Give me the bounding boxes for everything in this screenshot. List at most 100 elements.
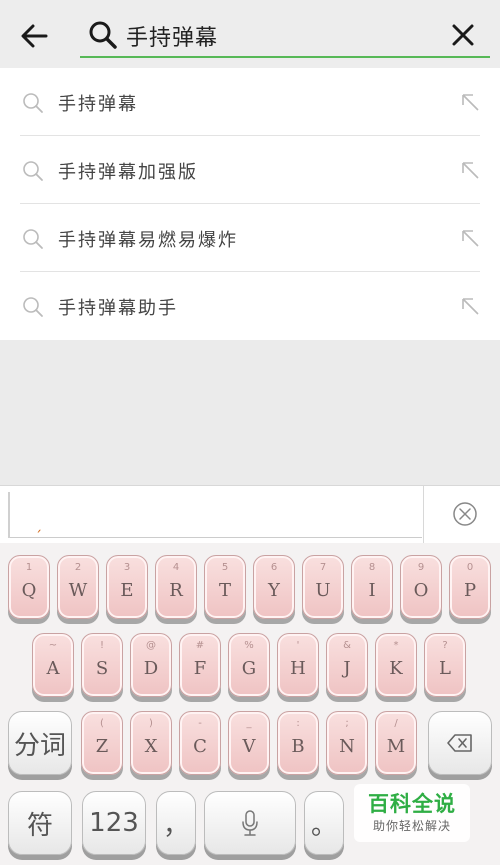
- space-key[interactable]: [204, 791, 296, 855]
- key-number: 6: [270, 562, 278, 573]
- key-number: 4: [172, 562, 180, 573]
- key-k[interactable]: * K: [375, 633, 417, 697]
- key-letter: F: [193, 658, 207, 679]
- suggestion-item[interactable]: 手持弹幕: [0, 68, 500, 136]
- key-letter: A: [46, 658, 60, 679]
- key-number: 0: [466, 562, 474, 573]
- key-number: -: [198, 718, 202, 729]
- key-r[interactable]: 4R: [155, 555, 197, 619]
- arrow-up-left-icon[interactable]: [460, 296, 480, 316]
- divider: [423, 486, 424, 544]
- key-number: ): [149, 718, 153, 729]
- microphone-icon: [242, 810, 258, 836]
- period-key[interactable]: 。: [304, 791, 344, 855]
- key-letter: R: [169, 580, 183, 601]
- close-icon: [452, 24, 474, 46]
- candidate-input[interactable]: ˏ: [10, 492, 422, 538]
- key-number: %: [244, 640, 254, 651]
- suggestion-label: 手持弹幕加强版: [58, 162, 198, 183]
- symbol-button[interactable]: 符: [8, 791, 72, 855]
- comma-label: ，: [162, 810, 189, 841]
- key-letter: T: [218, 580, 231, 601]
- key-d[interactable]: @ D: [130, 633, 172, 697]
- text-cursor: ˏ: [35, 517, 42, 533]
- key-s[interactable]: ! S: [81, 633, 123, 697]
- key-i[interactable]: 8I: [351, 555, 393, 619]
- key-l[interactable]: ? L: [424, 633, 466, 697]
- key-u[interactable]: 7U: [302, 555, 344, 619]
- key-letter: L: [439, 658, 451, 679]
- key-letter: U: [315, 580, 331, 601]
- suggestion-label: 手持弹幕助手: [58, 298, 178, 319]
- suggestion-item[interactable]: 手持弹幕加强版: [0, 136, 500, 204]
- search-icon: [23, 229, 43, 249]
- key-letter: C: [193, 736, 207, 757]
- arrow-left-icon: [21, 24, 48, 48]
- key-y[interactable]: 6Y: [253, 555, 295, 619]
- key-j[interactable]: & J: [326, 633, 368, 697]
- number-switch-button[interactable]: 123: [82, 791, 146, 855]
- arrow-up-left-icon[interactable]: [460, 160, 480, 180]
- key-number: 2: [74, 562, 82, 573]
- key-letter: W: [68, 580, 88, 601]
- key-h[interactable]: ' H: [277, 633, 319, 697]
- watermark-subtitle: 助你轻松解决: [372, 819, 451, 833]
- key-o[interactable]: 9O: [400, 555, 442, 619]
- key-number: _: [246, 718, 252, 729]
- candidate-bar: ˏ: [0, 485, 500, 544]
- key-f[interactable]: # F: [179, 633, 221, 697]
- key-b[interactable]: :B: [277, 711, 319, 775]
- key-number: &: [343, 640, 351, 651]
- suggestion-item[interactable]: 手持弹幕易燃易爆炸: [0, 204, 500, 272]
- circle-x-icon[interactable]: [452, 501, 478, 527]
- key-letter: S: [95, 658, 109, 679]
- search-query[interactable]: 手持弹幕: [126, 20, 218, 52]
- key-number: 8: [368, 562, 376, 573]
- key-letter: Q: [21, 580, 37, 601]
- fenci-button[interactable]: 分词: [8, 711, 72, 775]
- search-icon: [23, 161, 43, 181]
- key-t[interactable]: 5T: [204, 555, 246, 619]
- arrow-up-left-icon[interactable]: [460, 228, 480, 248]
- key-v[interactable]: _ V: [228, 711, 270, 775]
- key-e[interactable]: 3E: [106, 555, 148, 619]
- key-number: 3: [123, 562, 131, 573]
- suggestion-item[interactable]: 手持弹幕助手: [0, 272, 500, 340]
- key-number: /: [394, 718, 398, 729]
- key-c[interactable]: -C: [179, 711, 221, 775]
- clear-button[interactable]: [448, 20, 478, 50]
- key-number: ?: [442, 640, 448, 651]
- key-number: 7: [319, 562, 327, 573]
- key-letter: E: [120, 580, 134, 601]
- delete-button[interactable]: [428, 711, 492, 775]
- arrow-up-left-icon[interactable]: [460, 92, 480, 112]
- key-letter: M: [386, 736, 406, 757]
- key-m[interactable]: / M: [375, 711, 417, 775]
- key-q[interactable]: 1Q: [8, 555, 50, 619]
- key-w[interactable]: 2W: [57, 555, 99, 619]
- key-a[interactable]: ~ A: [32, 633, 74, 697]
- back-button[interactable]: [14, 16, 54, 56]
- key-letter: Y: [268, 580, 280, 601]
- watermark-logo: 百科全说 助你轻松解决: [354, 784, 470, 842]
- suggestion-list: 手持弹幕 手持弹幕加强版 手持弹幕易燃易爆炸 手持弹幕助手: [0, 68, 500, 340]
- watermark-title: 百科全说: [368, 792, 456, 816]
- key-letter: B: [291, 736, 305, 757]
- period-label: 。: [310, 810, 337, 841]
- key-number: *: [393, 640, 399, 651]
- key-g[interactable]: % G: [228, 633, 270, 697]
- key-z[interactable]: (Z: [81, 711, 123, 775]
- key-number: 1: [25, 562, 33, 573]
- key-number: @: [146, 640, 156, 651]
- key-p[interactable]: 0P: [449, 555, 491, 619]
- suggestion-label: 手持弹幕易燃易爆炸: [58, 230, 238, 251]
- key-letter: P: [463, 580, 477, 601]
- key-letter: V: [242, 736, 256, 757]
- key-letter: I: [368, 580, 376, 601]
- key-number: ;: [345, 718, 349, 729]
- fenci-label: 分词: [13, 730, 66, 761]
- key-n[interactable]: ; N: [326, 711, 368, 775]
- key-x[interactable]: ) X: [130, 711, 172, 775]
- comma-key[interactable]: ，: [156, 791, 196, 855]
- search-input[interactable]: 手持弹幕: [80, 10, 490, 58]
